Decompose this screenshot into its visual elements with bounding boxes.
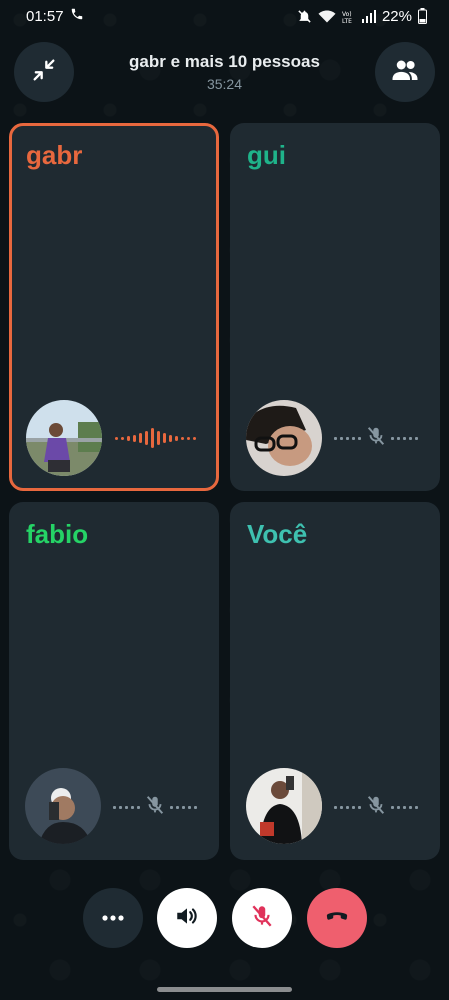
participants-button[interactable] — [375, 42, 435, 102]
battery-icon — [418, 8, 427, 24]
participant-tile-fabio[interactable]: fabio — [9, 502, 219, 860]
participant-name: fabio — [26, 519, 89, 549]
avatar — [246, 400, 322, 476]
avatar — [25, 768, 101, 844]
more-options-button[interactable] — [83, 888, 143, 948]
speaker-button[interactable] — [157, 888, 217, 948]
end-call-button[interactable] — [307, 888, 367, 948]
participant-name: gabr — [26, 140, 83, 170]
microphone-muted-icon — [144, 794, 166, 821]
participant-name: Você — [247, 519, 308, 549]
avatar — [246, 768, 322, 844]
call-status-icon — [70, 7, 84, 25]
group-icon — [390, 55, 420, 90]
avatar — [26, 400, 102, 476]
participant-name: gui — [247, 140, 286, 170]
svg-text:LTE: LTE — [342, 18, 352, 24]
microphone-muted-icon — [365, 794, 387, 821]
mute-button[interactable] — [232, 888, 292, 948]
end-call-icon — [322, 901, 352, 936]
svg-text:Vo): Vo) — [342, 11, 352, 18]
participant-tile-self[interactable]: Você — [230, 502, 440, 860]
call-controls — [0, 888, 449, 950]
status-bar: 01:57 Vo) LTE 22% — [0, 0, 449, 32]
speaking-waveform — [115, 426, 196, 450]
mute-status-icon — [297, 9, 312, 24]
muted-indicator — [334, 425, 418, 452]
minimize-call-button[interactable] — [14, 42, 74, 102]
speaker-icon — [174, 903, 200, 934]
battery-percent: 22% — [381, 7, 412, 25]
volte-icon: Vo) LTE — [342, 9, 356, 24]
participant-tile-gui[interactable]: gui — [230, 123, 440, 491]
muted-indicator — [334, 794, 418, 821]
status-time: 01:57 — [26, 7, 64, 25]
home-indicator[interactable] — [157, 987, 292, 992]
audio-wave-icon — [115, 426, 196, 450]
call-header: gabr e mais 10 pessoas 35:24 — [0, 42, 449, 102]
microphone-muted-icon — [365, 425, 387, 452]
muted-indicator — [113, 794, 197, 821]
signal-icon — [361, 9, 376, 23]
participant-tile-gabr[interactable]: gabr — [9, 123, 219, 491]
wifi-icon — [318, 9, 336, 24]
more-options-icon — [101, 909, 125, 927]
microphone-muted-icon — [249, 903, 275, 934]
